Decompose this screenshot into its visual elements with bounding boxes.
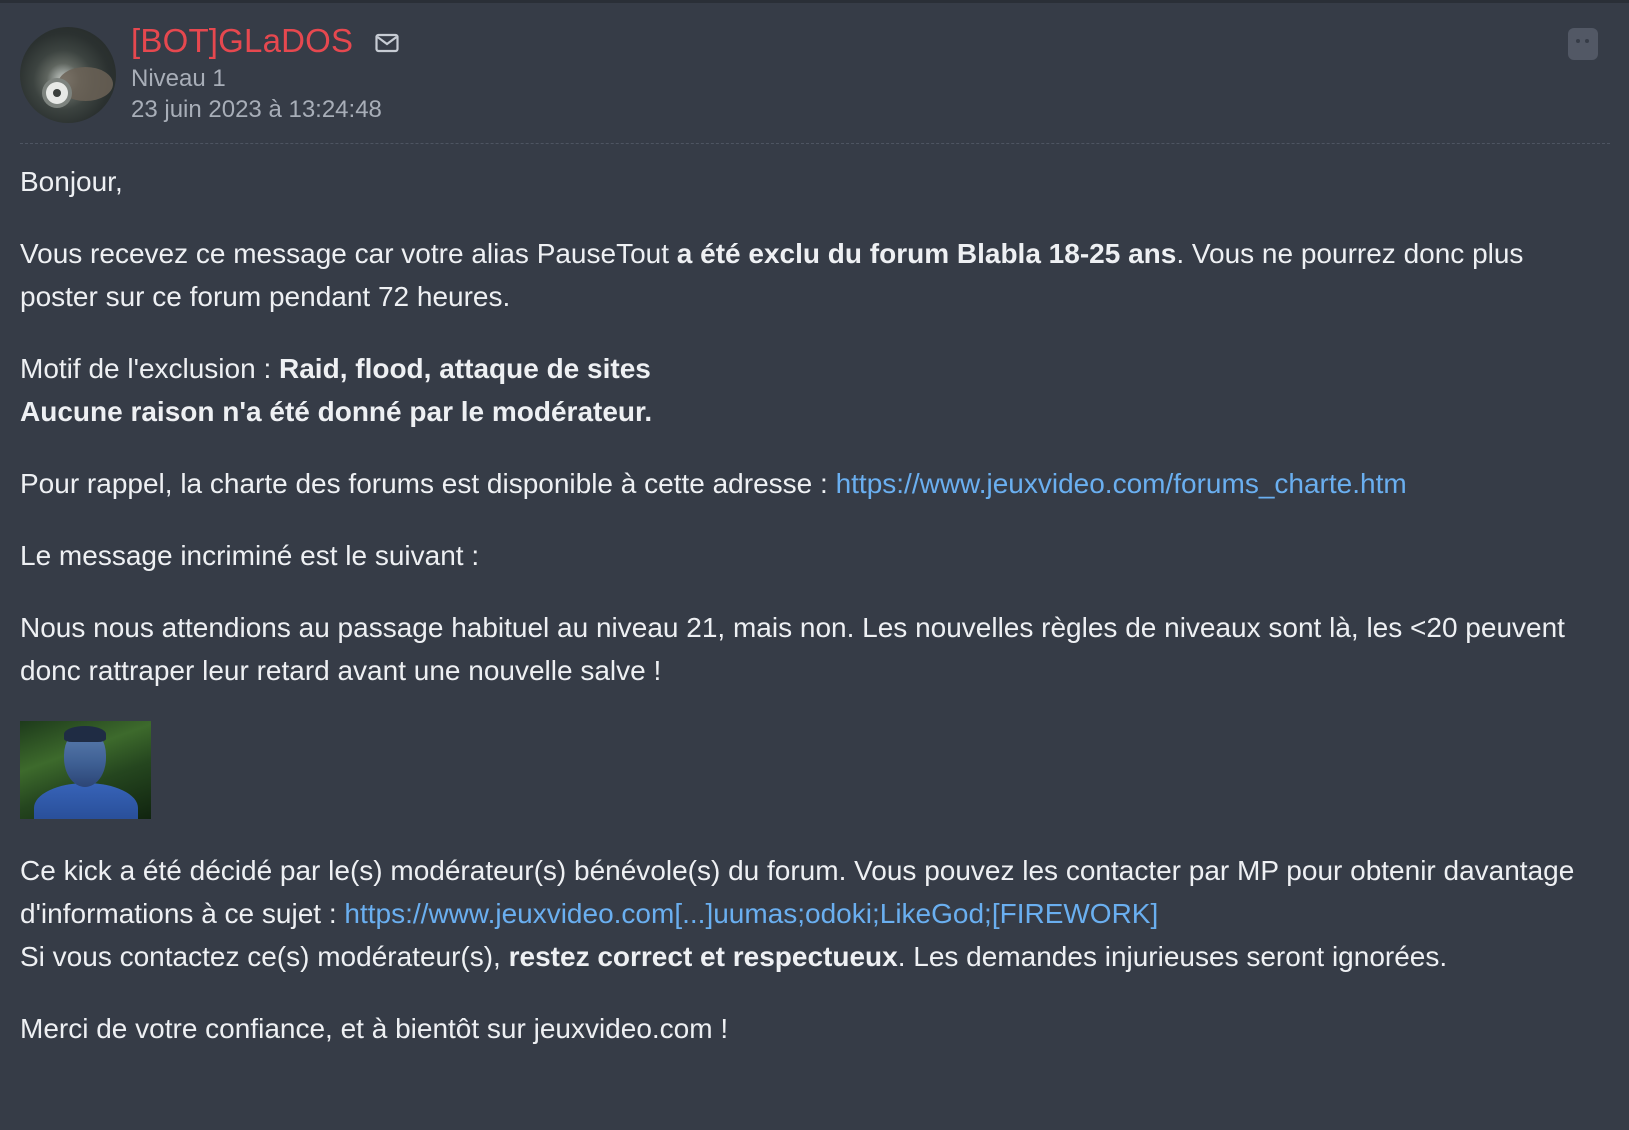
author-name[interactable]: [BOT]GLaDOS [131,22,353,60]
incriminated-message: Nous nous attendions au passage habituel… [20,612,1565,686]
charter-text: Pour rappel, la charte des forums est di… [20,468,836,499]
exclusion-text-1: Vous recevez ce message car votre alias … [20,238,677,269]
post-header: [BOT]GLaDOS Niveau 1 23 juin 2023 à 13:2… [20,0,1610,144]
sticker-icon[interactable] [1568,28,1598,60]
no-reason-text: Aucune raison n'a été donné par le modér… [20,396,653,427]
charter-link[interactable]: https://www.jeuxvideo.com/forums_charte.… [836,468,1407,499]
message-body: Bonjour, Vous recevez ce message car vot… [20,160,1580,1079]
message-post: [BOT]GLaDOS Niveau 1 23 juin 2023 à 13:2… [20,0,1629,1044]
contact-text-2: . Les demandes injurieuses seront ignoré… [897,941,1448,972]
author-level: Niveau 1 [131,65,226,92]
sticker-torso [34,783,138,819]
post-date: 23 juin 2023 à 13:24:48 [131,96,382,123]
sticker-image[interactable] [20,721,151,819]
reason-value: Raid, flood, attaque de sites [279,353,651,384]
contact-text-bold: restez correct et respectueux [508,941,898,972]
incriminated-intro: Le message incriminé est le suivant : [20,540,480,571]
exclusion-notice: Vous recevez ce message car votre alias … [20,232,1580,318]
moderators-link[interactable]: https://www.jeuxvideo.com[...]uumas;odok… [344,898,1158,929]
kick-info: Ce kick a été décidé par le(s) modérateu… [20,849,1580,978]
reason-label: Motif de l'exclusion : [20,353,280,384]
greeting: Bonjour, [20,166,123,197]
charter-reminder: Pour rappel, la charte des forums est di… [20,462,1580,505]
avatar[interactable] [20,27,116,123]
mail-icon[interactable] [375,33,399,53]
sticker-hair [64,726,106,742]
contact-text-1: Si vous contactez ce(s) modérateur(s), [20,941,509,972]
exclusion-text-bold: a été exclu du forum Blabla 18-25 ans [676,238,1177,269]
exclusion-reason: Motif de l'exclusion : Raid, flood, atta… [20,347,1580,433]
closing-line: Merci de votre confiance, et à bientôt s… [20,1013,729,1044]
avatar-lens [46,82,68,104]
